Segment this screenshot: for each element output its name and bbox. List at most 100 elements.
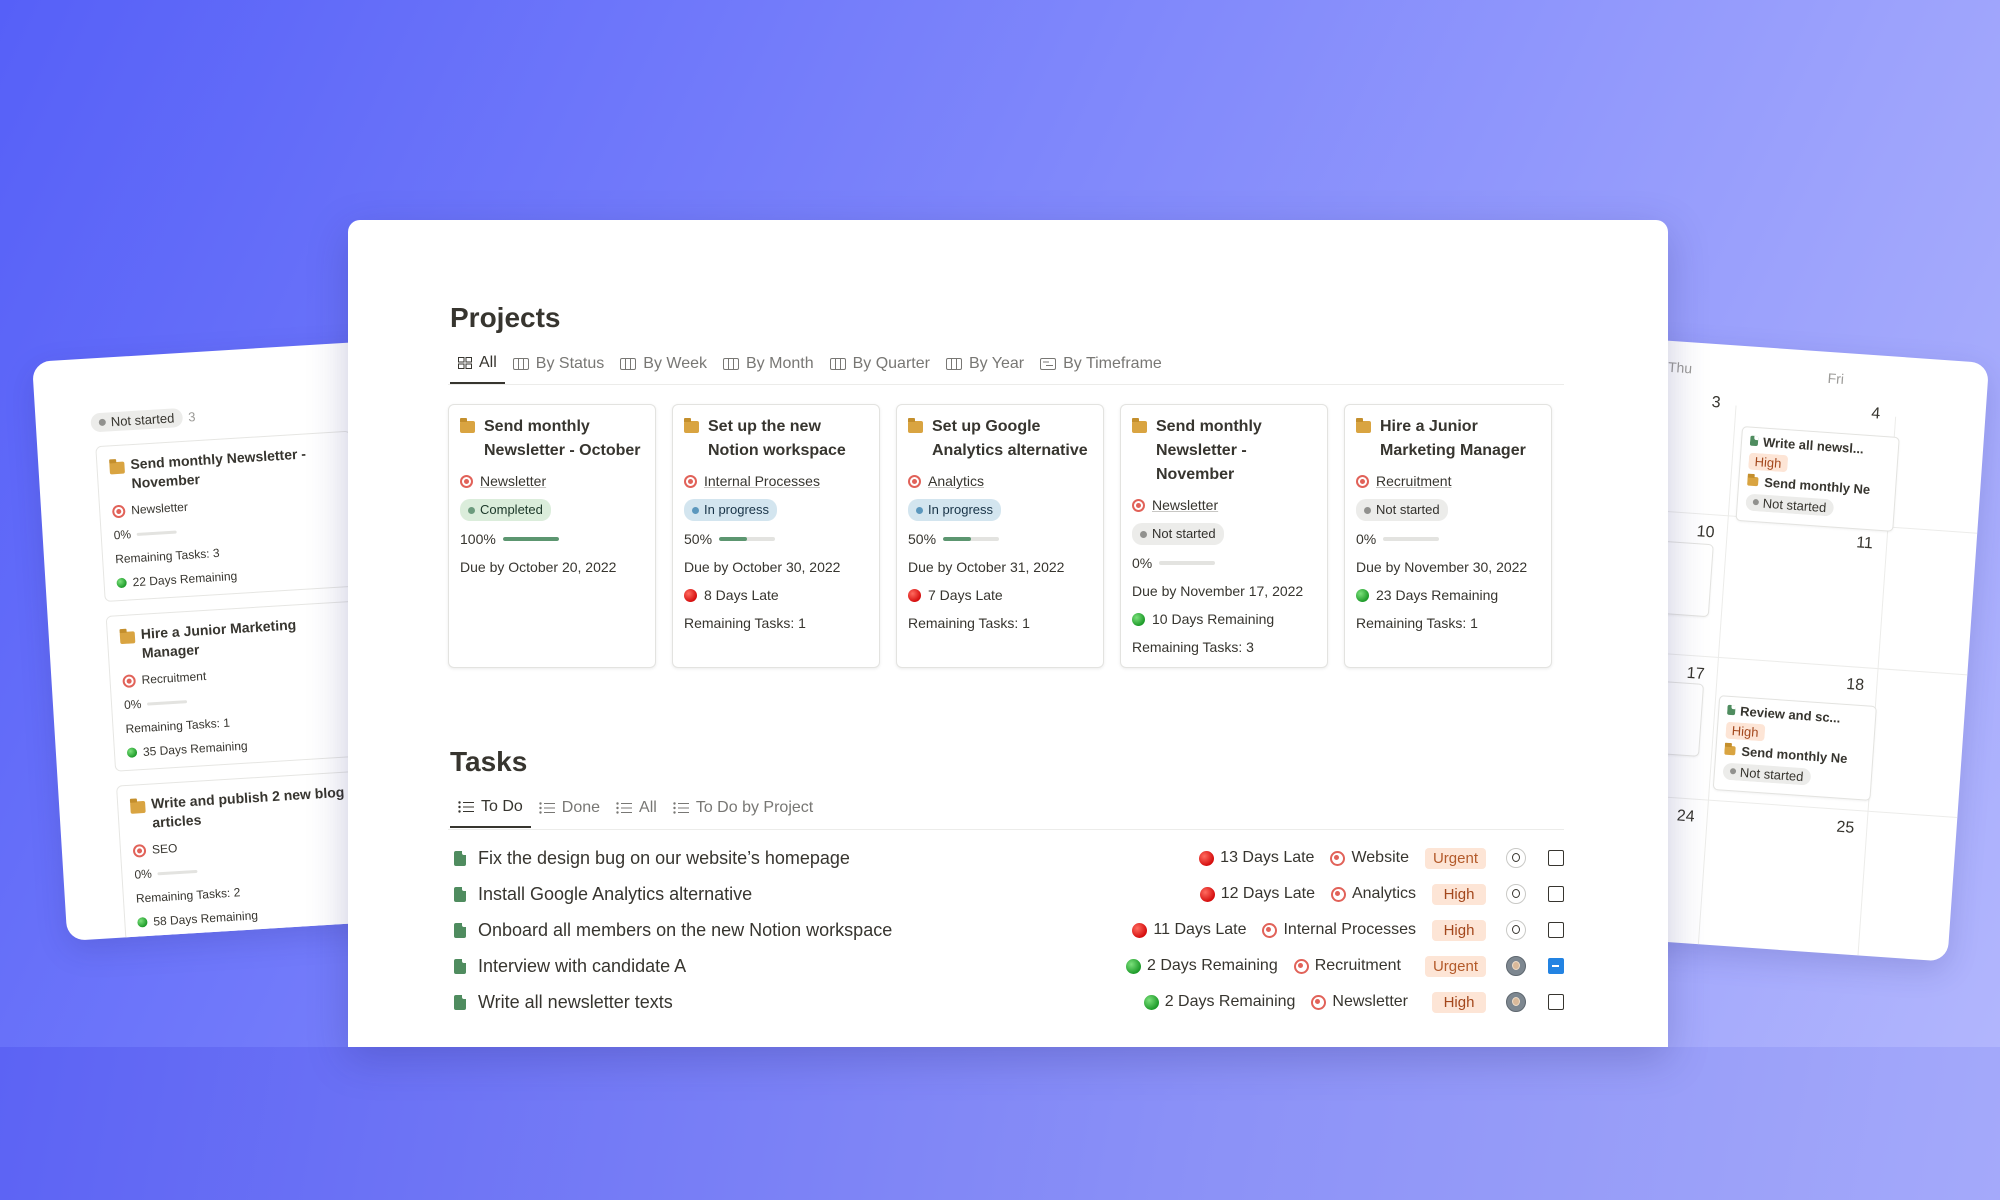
status-row: In progress [684,499,868,521]
project-label[interactable]: Website [1351,849,1409,867]
tab-to-do[interactable]: To Do [450,792,531,828]
progress-fill [502,537,559,541]
task-checkbox[interactable] [1548,958,1564,974]
page-icon [454,958,466,974]
task-name[interactable]: Onboard all members on the new Notion wo… [478,920,892,941]
deadline-cell: 11 Days Late [1132,921,1246,939]
target-icon [1262,922,1278,938]
deadline-label: 12 Days Late [1220,885,1315,902]
tab-by-year[interactable]: By Year [938,348,1032,384]
avatar[interactable] [1506,956,1526,976]
tasks-view-tabs: To Do Done All To Do by Project [450,792,821,828]
project-label[interactable]: Newsletter [1332,993,1408,1011]
deadline-cell: 2 Days Remaining [1125,957,1278,975]
task-name[interactable]: Interview with candidate A [478,956,686,977]
task-properties: 12 Days Late Analytics High [1199,876,1564,912]
folder-icon [1132,418,1147,433]
progress-label: 0% [113,527,132,543]
status-label: Not started [1152,526,1216,541]
relation-label[interactable]: Newsletter [480,471,546,491]
tab-by-week[interactable]: By Week [612,348,715,384]
task-name[interactable]: Fix the design bug on our website’s home… [478,848,850,869]
green-circle-icon [1132,612,1145,626]
board-icon [512,358,529,370]
tab-by-quarter[interactable]: By Quarter [822,348,938,384]
tab-all-tasks[interactable]: All [608,792,665,828]
board-card-title-row: Send monthly Newsletter - November [109,442,341,494]
list-icon [616,802,633,814]
project-card[interactable]: Set up the new Notion workspace Internal… [672,404,880,668]
folder-icon [684,418,699,433]
status-label: Completed [480,502,543,517]
due-date: Due by October 30, 2022 [684,559,841,575]
task-row[interactable]: Write all newsletter texts 2 Days Remain… [450,984,1564,1020]
deadline-label: 10 Days Remaining [1152,611,1275,627]
project-card[interactable]: Hire a Junior Marketing Manager Recruitm… [1344,404,1552,668]
task-name[interactable]: Write all newsletter texts [478,992,673,1013]
project-card[interactable]: Send monthly Newsletter - November Newsl… [1120,404,1328,668]
tab-label: By Year [968,355,1025,372]
due-date: Due by November 30, 2022 [1356,559,1528,575]
progress-row: 0% [134,854,364,882]
project-label[interactable]: Recruitment [1315,957,1401,975]
task-row[interactable]: Interview with candidate A 2 Days Remain… [450,948,1564,984]
event-title: Review and sc... [1739,703,1841,726]
task-row[interactable]: Onboard all members on the new Notion wo… [450,912,1564,948]
tab-all[interactable]: All [450,348,505,384]
tab-done[interactable]: Done [531,792,608,828]
tasks-title: Tasks [450,746,528,777]
relation-row: Newsletter [111,490,342,518]
task-checkbox[interactable] [1548,850,1564,866]
priority-tag: Urgent [1424,847,1486,869]
calendar-event[interactable]: Write all newsl... High Send monthly Ne … [1735,426,1900,532]
progress-label: 0% [134,866,153,882]
relation-label[interactable]: Newsletter [1152,495,1218,515]
task-row[interactable]: Fix the design bug on our website’s home… [450,840,1564,876]
task-checkbox[interactable] [1548,886,1564,902]
avatar[interactable] [1506,848,1526,868]
tab-by-timeframe[interactable]: By Timeframe [1032,348,1170,384]
deadline-cell: 2 Days Remaining [1143,993,1295,1011]
main-window: Projects All By Status By Week By Month … [348,220,1668,1047]
due-date: Due by November 17, 2022 [1132,583,1304,599]
avatar[interactable] [1506,920,1526,940]
relation-label[interactable]: Recruitment [1376,471,1451,491]
status-dot-icon [692,506,699,514]
project-label[interactable]: Analytics [1352,885,1416,903]
deadline-row: 23 Days Remaining [1356,585,1540,605]
deadline-row: 8 Days Late [684,585,868,605]
event-title: Write all newsl... [1762,434,1865,457]
task-name[interactable]: Install Google Analytics alternative [478,884,752,905]
deadline-label: 13 Days Late [1220,849,1315,866]
board-card[interactable]: Send monthly Newsletter - November Newsl… [95,430,361,603]
project-card[interactable]: Set up Google Analytics alternative Anal… [896,404,1104,668]
priority-tag: Urgent [1424,955,1486,977]
avatar[interactable] [1506,992,1526,1012]
task-checkbox[interactable] [1548,922,1564,938]
tab-label: Done [561,799,601,816]
avatar[interactable] [1506,884,1526,904]
board-card[interactable]: Hire a Junior Marketing Manager Recruitm… [105,600,371,772]
projects-view-tabs: All By Status By Week By Month By Quarte… [450,348,1170,384]
tab-by-month[interactable]: By Month [715,348,822,384]
day-header-fri: Fri [1827,369,1845,388]
status-badge: Not started [1132,523,1224,545]
task-row[interactable]: Install Google Analytics alternative 12 … [450,876,1564,912]
progress-row: 0% [124,684,354,712]
task-properties: 2 Days Remaining Newsletter High [1143,984,1564,1020]
project-cell: Newsletter [1311,993,1408,1011]
timeline-icon [1040,358,1057,370]
remaining-tasks: Remaining Tasks: 1 [684,615,806,631]
project-label[interactable]: Internal Processes [1283,921,1416,939]
deadline-label: 11 Days Late [1153,921,1247,938]
task-checkbox[interactable] [1548,994,1564,1010]
project-card[interactable]: Send monthly Newsletter - October Newsle… [448,404,656,668]
relation-label[interactable]: Internal Processes [704,471,820,491]
status-badge: In progress [908,499,1002,521]
tab-to-do-by-project[interactable]: To Do by Project [665,792,821,828]
calendar-event[interactable]: Review and sc... High Send monthly Ne No… [1712,695,1877,801]
status-dot-icon [1729,768,1737,775]
relation-label[interactable]: Analytics [928,471,984,491]
board-card[interactable]: Write and publish 2 new blog articles SE… [116,770,382,941]
tab-by-status[interactable]: By Status [505,348,612,384]
